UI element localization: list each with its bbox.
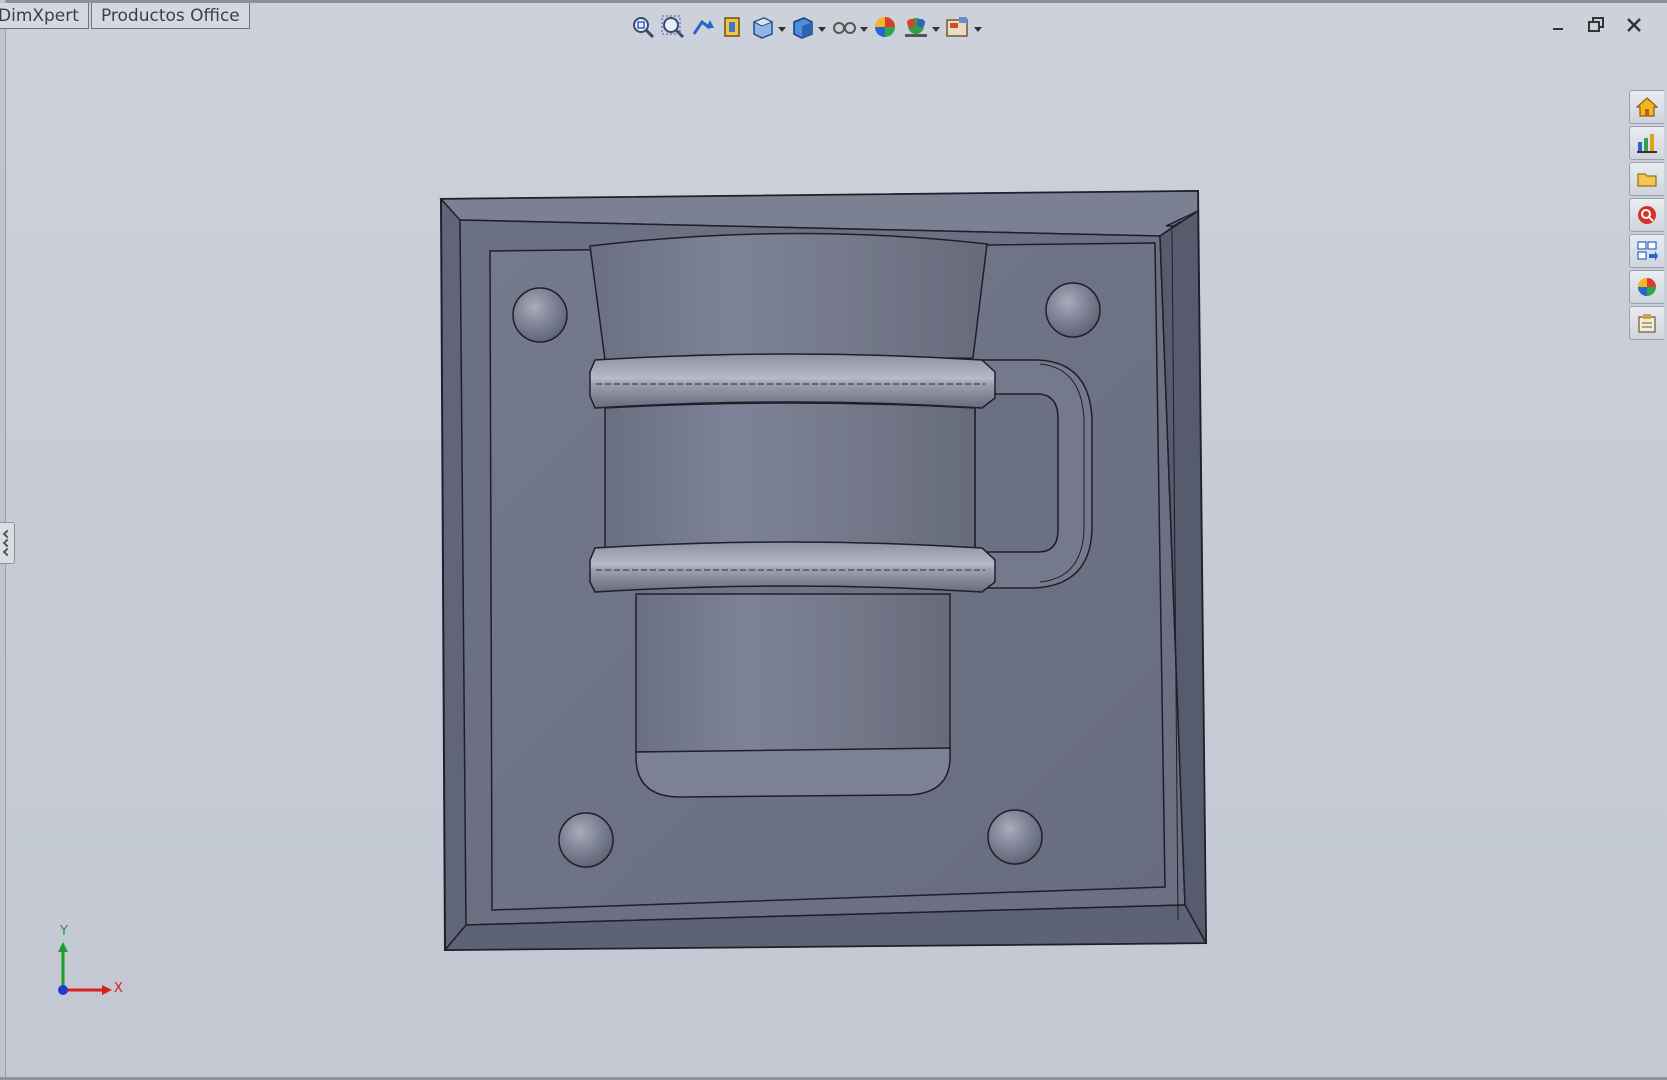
display-style-icon[interactable] [790, 12, 826, 42]
custom-properties-icon[interactable] [1629, 306, 1664, 340]
reference-triad: Y X [50, 924, 130, 1000]
minimize-icon[interactable] [1547, 14, 1569, 36]
heads-up-view-toolbar [630, 10, 982, 44]
tab-productos-office[interactable]: Productos Office [90, 3, 250, 29]
triad-y-label: Y [60, 924, 68, 939]
edit-appearance-icon[interactable] [872, 12, 898, 42]
feature-manager-expand-handle[interactable] [0, 522, 15, 564]
command-manager-tabs: DimXpert Productos Office [0, 3, 252, 31]
close-icon[interactable] [1623, 14, 1645, 36]
design-library-icon[interactable] [1629, 126, 1664, 160]
view-settings-icon[interactable] [944, 12, 982, 42]
hide-show-items-icon[interactable] [830, 12, 868, 42]
task-pane [1629, 90, 1667, 340]
tab-dimxpert[interactable]: DimXpert [0, 3, 89, 29]
appearances-icon[interactable] [1629, 270, 1664, 304]
previous-view-icon[interactable] [690, 12, 716, 42]
restore-icon[interactable] [1585, 14, 1607, 36]
zoom-to-area-icon[interactable] [660, 12, 686, 42]
triad-x-label: X [114, 981, 123, 996]
graphics-area[interactable]: DimXpert Productos Office Y X [0, 0, 1667, 1080]
search-icon[interactable] [1629, 198, 1664, 232]
file-explorer-icon[interactable] [1629, 162, 1664, 196]
home-icon[interactable] [1629, 90, 1664, 124]
apply-scene-icon[interactable] [902, 12, 940, 42]
section-view-icon[interactable] [720, 12, 746, 42]
view-palette-icon[interactable] [1629, 234, 1664, 268]
zoom-to-fit-icon[interactable] [630, 12, 656, 42]
mold-model[interactable] [0, 0, 1667, 1080]
window-controls [1547, 14, 1645, 36]
view-orientation-icon[interactable] [750, 12, 786, 42]
